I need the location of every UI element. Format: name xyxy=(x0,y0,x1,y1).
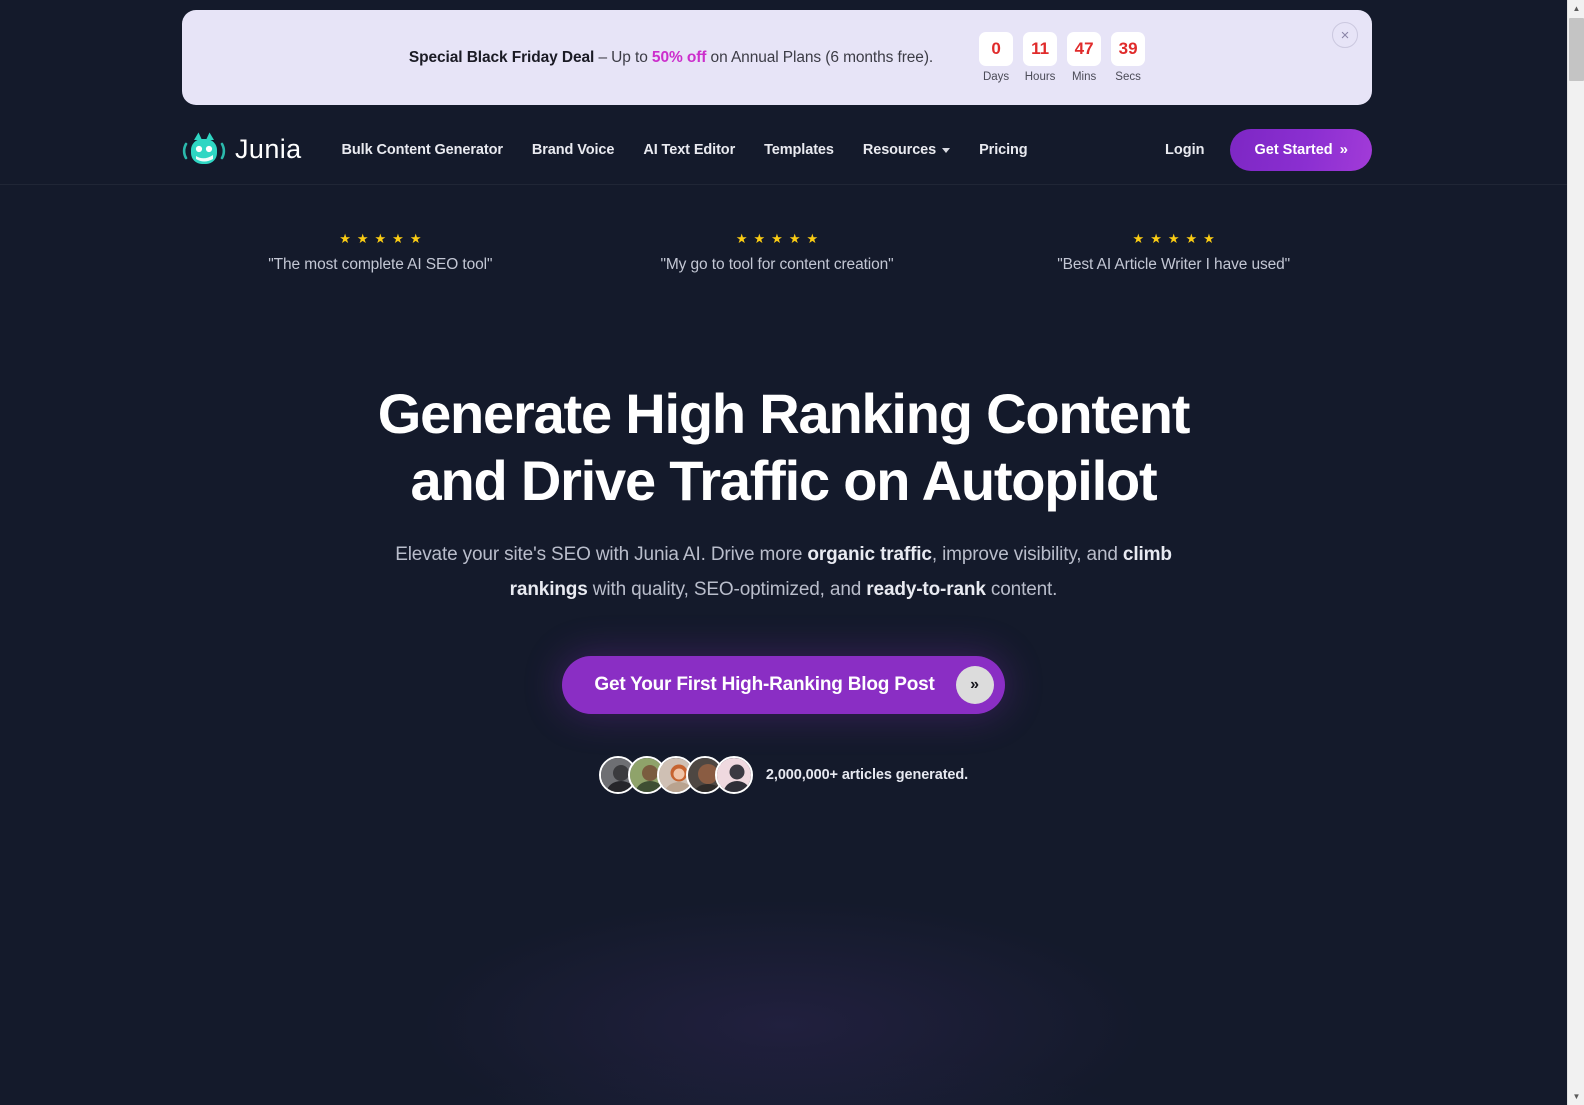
scroll-down-arrow-icon[interactable]: ▼ xyxy=(1568,1088,1584,1105)
countdown-hours-label: Hours xyxy=(1024,71,1056,83)
countdown-secs-label: Secs xyxy=(1115,71,1141,83)
star-icon: ★ xyxy=(788,231,801,246)
avatar xyxy=(714,756,753,794)
star-icon: ★ xyxy=(1185,231,1198,246)
avatar-photo-5 xyxy=(716,758,751,792)
get-started-label: Get Started xyxy=(1254,141,1333,158)
nav-item-templates[interactable]: Templates xyxy=(764,142,834,158)
star-icon: ★ xyxy=(356,231,369,246)
scrollbar[interactable]: ▲ ▼ xyxy=(1567,0,1584,1105)
hero-section: Generate High Ranking Content and Drive … xyxy=(0,380,1567,794)
promo-percent: 50% off xyxy=(651,48,707,66)
hero-sub-bold1: organic traffic xyxy=(807,544,932,565)
brand-logo[interactable]: Junia xyxy=(182,130,302,170)
countdown-unit-mins: 47 Mins xyxy=(1067,32,1102,83)
nav-item-label: Bulk Content Generator xyxy=(341,141,503,158)
page-title: Generate High Ranking Content and Drive … xyxy=(0,380,1567,514)
hero-sub-part2: , improve visibility, and xyxy=(931,544,1123,565)
close-icon[interactable]: × xyxy=(1332,22,1358,48)
nav-item-brand-voice[interactable]: Brand Voice xyxy=(531,141,615,158)
testimonial-item: ★ ★ ★ ★ ★ "My go to tool for content cre… xyxy=(579,232,976,274)
scroll-up-arrow-icon[interactable]: ▲ xyxy=(1568,0,1584,17)
countdown-secs-value: 39 xyxy=(1111,32,1146,66)
nav-item-label: Brand Voice xyxy=(531,141,615,158)
testimonial-quote: "My go to tool for content creation" xyxy=(660,256,894,273)
hero-sub-bold3: ready-to-rank xyxy=(866,578,986,600)
nav-right: Login Get Started » xyxy=(1165,128,1372,171)
nav-item-label: Pricing xyxy=(979,141,1028,158)
avatar-group xyxy=(598,756,753,794)
primary-cta-button[interactable]: Get Your First High-Ranking Blog Post » xyxy=(562,656,1005,714)
star-icon: ★ xyxy=(1203,231,1215,246)
star-icon: ★ xyxy=(374,231,387,246)
nav-item-label: Resources xyxy=(862,141,937,158)
star-rating: ★ ★ ★ ★ ★ xyxy=(182,232,579,245)
hero-sub-part1: Elevate your site's SEO with Junia AI. D… xyxy=(395,544,808,565)
nav-item-pricing[interactable]: Pricing xyxy=(979,141,1028,158)
hero-heading-line2: and Drive Traffic on Autopilot xyxy=(410,449,1158,512)
chevron-down-icon xyxy=(942,148,951,153)
testimonial-quote: "Best AI Article Writer I have used" xyxy=(1057,256,1291,273)
scrollbar-thumb[interactable] xyxy=(1569,18,1584,81)
star-icon: ★ xyxy=(1150,231,1162,246)
countdown-unit-secs: 39 Secs xyxy=(1111,32,1146,83)
nav-item-label: Templates xyxy=(764,141,834,158)
hero-heading-line1: Generate High Ranking Content xyxy=(377,382,1191,445)
star-icon: ★ xyxy=(409,231,422,246)
testimonial-strip: ★ ★ ★ ★ ★ "The most complete AI SEO tool… xyxy=(182,232,1372,274)
social-proof-text: 2,000,000+ articles generated. xyxy=(765,767,969,783)
nav-links: Bulk Content Generator Brand Voice AI Te… xyxy=(342,142,1028,158)
nav-item-label: AI Text Editor xyxy=(643,141,736,158)
countdown-hours-value: 11 xyxy=(1023,32,1058,66)
testimonial-item: ★ ★ ★ ★ ★ "The most complete AI SEO tool… xyxy=(182,232,579,274)
star-icon: ★ xyxy=(735,231,748,246)
countdown-unit-days: 0 Days xyxy=(979,32,1014,83)
countdown-timer: 0 Days 11 Hours 47 Mins 39 Secs xyxy=(979,32,1146,83)
nav-item-resources[interactable]: Resources xyxy=(862,141,951,158)
testimonial-item: ★ ★ ★ ★ ★ "Best AI Article Writer I have… xyxy=(975,232,1372,274)
hero-sub-part4: content. xyxy=(985,578,1058,600)
star-icon: ★ xyxy=(339,231,351,246)
countdown-unit-hours: 11 Hours xyxy=(1023,32,1058,83)
cta-wrapper: Get Your First High-Ranking Blog Post » xyxy=(0,656,1567,714)
countdown-mins-label: Mins xyxy=(1071,71,1097,83)
star-icon: ★ xyxy=(392,231,404,246)
countdown-mins-value: 47 xyxy=(1067,32,1102,66)
navbar-inner: Junia Bulk Content Generator Brand Voice… xyxy=(182,128,1372,171)
double-chevron-right-icon: » xyxy=(1339,141,1348,158)
brand-name: Junia xyxy=(235,134,302,164)
star-icon: ★ xyxy=(1132,231,1145,246)
star-icon: ★ xyxy=(1167,231,1180,246)
junia-mascot-icon xyxy=(182,132,226,164)
star-rating: ★ ★ ★ ★ ★ xyxy=(579,232,976,245)
nav-item-bulk-content-generator[interactable]: Bulk Content Generator xyxy=(342,142,503,158)
star-icon: ★ xyxy=(806,231,819,246)
star-rating: ★ ★ ★ ★ ★ xyxy=(975,232,1372,245)
promo-banner: Special Black Friday Deal – Up to 50% of… xyxy=(182,10,1372,105)
hero-subtitle: Elevate your site's SEO with Junia AI. D… xyxy=(384,538,1184,607)
login-link[interactable]: Login xyxy=(1165,142,1204,158)
navbar: Junia Bulk Content Generator Brand Voice… xyxy=(0,115,1567,185)
hero-sub-part3: with quality, SEO-optimized, and xyxy=(587,578,867,600)
primary-cta-label: Get Your First High-Ranking Blog Post xyxy=(594,674,935,695)
double-chevron-right-icon: » xyxy=(955,666,994,704)
testimonial-quote: "The most complete AI SEO tool" xyxy=(268,256,493,273)
promo-banner-text: Special Black Friday Deal – Up to 50% of… xyxy=(409,49,933,67)
promo-tail: on Annual Plans (6 months free). xyxy=(706,48,934,66)
social-proof: 2,000,000+ articles generated. xyxy=(0,756,1567,794)
page-root: Special Black Friday Deal – Up to 50% of… xyxy=(0,0,1567,1105)
promo-lead: Special Black Friday Deal xyxy=(408,48,595,66)
promo-dash: – Up to xyxy=(594,48,652,66)
star-icon: ★ xyxy=(771,231,783,246)
nav-item-ai-text-editor[interactable]: AI Text Editor xyxy=(643,142,735,158)
star-icon: ★ xyxy=(753,231,766,246)
countdown-days-label: Days xyxy=(982,71,1010,83)
get-started-button[interactable]: Get Started » xyxy=(1230,128,1372,171)
countdown-days-value: 0 xyxy=(979,32,1014,66)
